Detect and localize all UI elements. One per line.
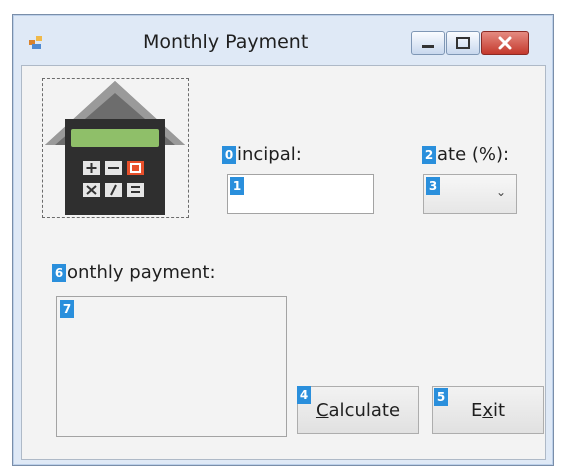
rate-label-index: 2 bbox=[422, 146, 436, 164]
exit-button-index: 5 bbox=[434, 388, 448, 406]
calculate-button-index: 4 bbox=[297, 386, 311, 404]
rate-select[interactable]: 3 ⌄ bbox=[423, 174, 517, 214]
principal-input[interactable]: 1 bbox=[227, 174, 374, 214]
exit-label-pre: E bbox=[470, 399, 483, 421]
picture-box bbox=[42, 78, 189, 218]
exit-button[interactable]: Ex it bbox=[432, 386, 544, 434]
calculate-label: alculate bbox=[328, 399, 401, 421]
minimize-button[interactable] bbox=[411, 31, 445, 55]
close-button[interactable] bbox=[481, 31, 529, 55]
rate-label: ate (%): bbox=[437, 144, 510, 165]
exit-label-post: it bbox=[492, 399, 506, 421]
exit-mnemonic: x bbox=[482, 399, 493, 421]
house-calculator-icon bbox=[45, 81, 185, 215]
principal-label-index: 0 bbox=[222, 146, 236, 164]
principal-input-index: 1 bbox=[230, 177, 244, 195]
calculate-button[interactable]: Calculate bbox=[297, 386, 419, 434]
window-title: Monthly Payment bbox=[143, 31, 309, 53]
monthly-payment-label: onthly payment: bbox=[67, 262, 216, 283]
rate-select-index: 3 bbox=[426, 177, 440, 195]
monthly-label-index: 6 bbox=[52, 264, 66, 282]
monthly-output-index: 7 bbox=[60, 300, 74, 318]
form-icon bbox=[29, 36, 42, 49]
calculate-mnemonic: C bbox=[315, 399, 329, 421]
maximize-button[interactable] bbox=[446, 31, 480, 55]
maximize-icon bbox=[456, 37, 470, 49]
app-window: Monthly Payment 0 incipal: 1 2 ate (%): … bbox=[12, 14, 554, 466]
chevron-down-icon: ⌄ bbox=[495, 185, 506, 199]
client-area: 0 incipal: 1 2 ate (%): 3 ⌄ 6 onthly pay… bbox=[21, 65, 546, 460]
monthly-payment-output: 7 bbox=[56, 296, 287, 437]
close-icon bbox=[498, 36, 512, 50]
principal-label: incipal: bbox=[237, 144, 302, 165]
title-bar[interactable]: Monthly Payment bbox=[13, 15, 553, 65]
minimize-icon bbox=[422, 45, 434, 48]
